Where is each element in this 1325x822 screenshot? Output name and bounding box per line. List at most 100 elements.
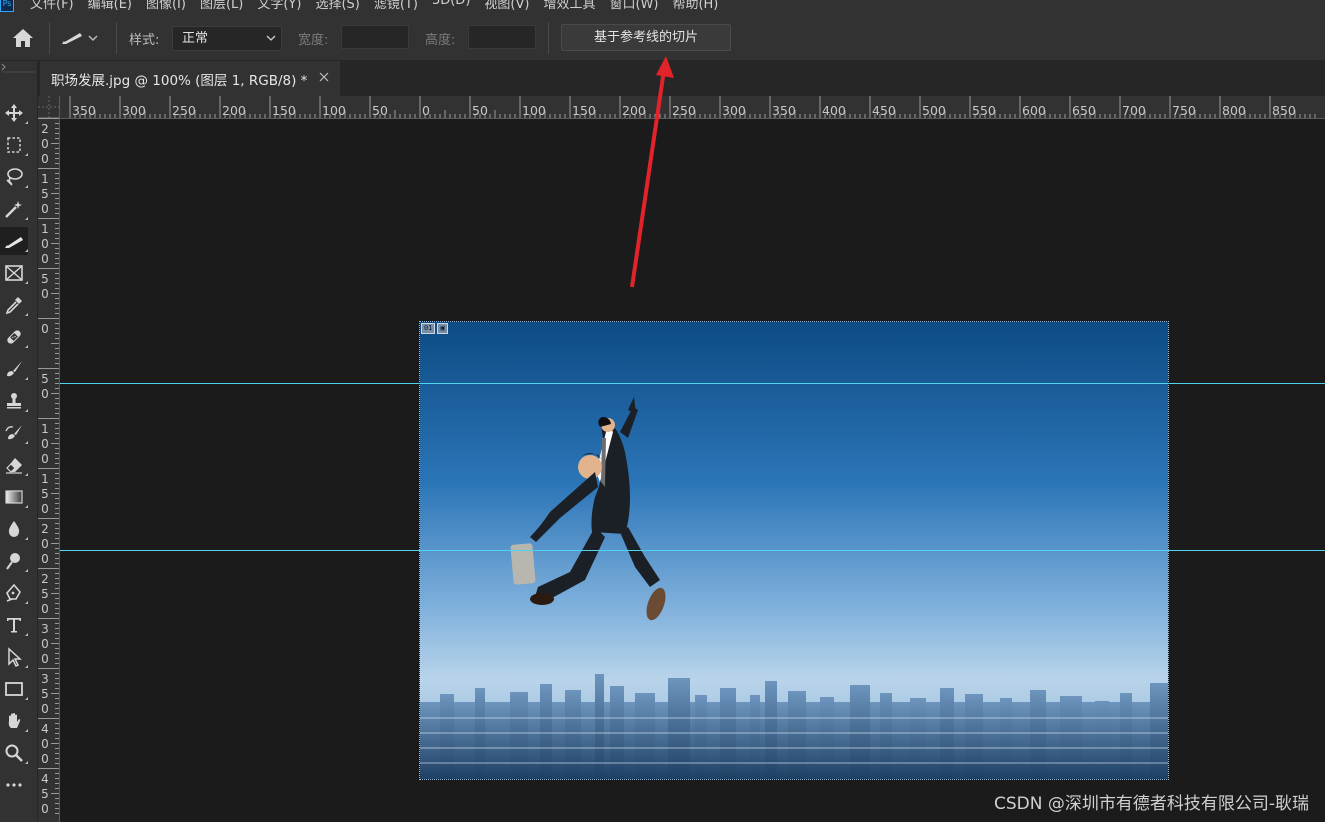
ruler-tick [55,283,59,284]
menu-item[interactable]: 增效工具 [543,0,595,12]
pen-tool[interactable] [0,579,28,607]
gradient-icon [5,490,23,504]
ruler-tick [55,178,59,179]
tool-flyout-indicator [25,153,28,156]
ruler-tick [55,363,59,364]
menu-item[interactable]: 选择(S) [315,0,359,12]
menu-item[interactable]: 文字(Y) [257,0,301,12]
blur-tool[interactable] [0,515,28,543]
brush-tool[interactable] [0,355,28,383]
ruler-origin[interactable] [38,96,60,118]
ruler-tick [55,138,59,139]
rectangle-tool[interactable] [0,675,28,703]
menu-item[interactable]: 滤镜(T) [374,0,418,12]
ruler-tick [55,403,59,404]
vertical-ruler[interactable]: 200 150 100 50 0 50 100 150 200 250 300 350 400 450 [38,118,60,822]
bandage-icon [7,330,21,344]
magic-wand-tool[interactable] [0,195,28,223]
lasso-tool[interactable] [0,163,28,191]
tool-flyout-indicator [25,569,28,572]
ruler-tick [55,633,59,634]
ruler-tick [55,508,59,509]
tool-flyout-indicator [25,633,28,636]
slice-knife-icon [5,237,23,248]
path-selection-tool[interactable] [0,643,28,671]
ruler-tick [55,353,59,354]
ruler-tick [55,308,59,309]
ruler-tick [51,593,59,594]
ruler-tick [55,463,59,464]
ruler-tick [55,708,59,709]
ruler-tick [55,358,59,359]
eyedropper-tool[interactable] [0,291,28,319]
slices-from-guides-button[interactable]: 基于参考线的切片 [561,24,731,51]
lasso-icon [6,168,23,186]
panel-grip[interactable] [0,63,37,73]
horizontal-ruler[interactable]: 350 300 250 200 150 100 50 0 50 100 150 200 250 300 35… [60,96,1325,119]
menu-items: 文件(F) 编辑(E) 图像(I) 图层(L) 文字(Y) 选择(S) 滤镜(T) 3D(D)… [30,0,718,12]
history-brush-tool[interactable] [0,419,28,447]
ruler-tick [55,713,59,714]
ruler-tick [55,163,59,164]
ruler-label: 250 [41,572,49,616]
more-tools[interactable] [0,771,28,799]
ruler-tick [38,318,59,319]
height-label: 高度: [425,33,456,48]
tool-flyout-indicator [25,505,28,508]
ruler-tick [55,553,59,554]
document-tab[interactable]: 职场发展.jpg @ 100% (图层 1, RGB/8) * [40,61,340,96]
menu-item[interactable]: 编辑(E) [88,0,132,12]
ruler-tick [55,253,59,254]
dodge-tool[interactable] [0,547,28,575]
ruler-label: 50 [41,272,49,301]
eraser-tool[interactable] [0,451,28,479]
tool-flyout-indicator [25,665,28,668]
marquee-tool[interactable] [0,131,28,159]
height-input[interactable] [468,25,536,49]
ruler-tick [51,743,59,744]
horizontal-guide-2[interactable] [60,550,1325,551]
ruler-label: 650 [1072,103,1096,118]
home-button[interactable] [8,25,38,51]
type-tool[interactable] [0,611,28,639]
slice-tool[interactable] [0,227,28,255]
menu-item[interactable]: 3D(D) [432,0,470,12]
magic-wand-icon [5,201,22,218]
menu-item[interactable]: 帮助(H) [672,0,718,12]
ruler-tick [55,733,59,734]
style-label: 样式: [129,33,160,48]
ruler-label: 50 [41,372,49,401]
tool-flyout-indicator [25,121,28,124]
ruler-tick [55,428,59,429]
chevron-down-icon [88,35,98,41]
watermark: CSDN @深圳市有德者科技有限公司-耿瑞 [993,794,1309,814]
tool-preset-picker[interactable] [60,26,110,50]
horizontal-guide-1[interactable] [60,383,1325,384]
style-select[interactable]: 正常 [172,26,282,51]
clone-stamp-tool[interactable] [0,387,28,415]
menu-item[interactable]: 图层(L) [200,0,243,12]
hand-tool[interactable] [0,707,28,735]
ruler-tick [51,343,59,344]
menu-item[interactable]: 文件(F) [30,0,74,12]
ruler-tick [38,668,59,669]
ruler-label: 600 [1022,103,1046,118]
width-input[interactable] [341,25,409,49]
move-tool[interactable] [0,99,28,127]
tool-flyout-indicator [25,441,28,444]
gradient-tool[interactable] [0,483,28,511]
menu-item[interactable]: 窗口(W) [609,0,658,12]
options-divider [49,22,50,54]
frame-tool[interactable] [0,259,28,287]
zoom-tool[interactable] [0,739,28,767]
ruler-tick [55,503,59,504]
menu-item[interactable]: 图像(I) [146,0,186,12]
rectangular-marquee-icon [7,137,21,153]
menu-item[interactable]: 视图(V) [484,0,529,12]
canvas-area[interactable]: 01 ▣ [60,119,1325,822]
ruler-label: 350 [72,103,96,118]
ruler-label: 200 [222,103,246,118]
tool-flyout-indicator [25,249,28,252]
close-icon[interactable] [318,71,330,83]
healing-brush-tool[interactable] [0,323,28,351]
